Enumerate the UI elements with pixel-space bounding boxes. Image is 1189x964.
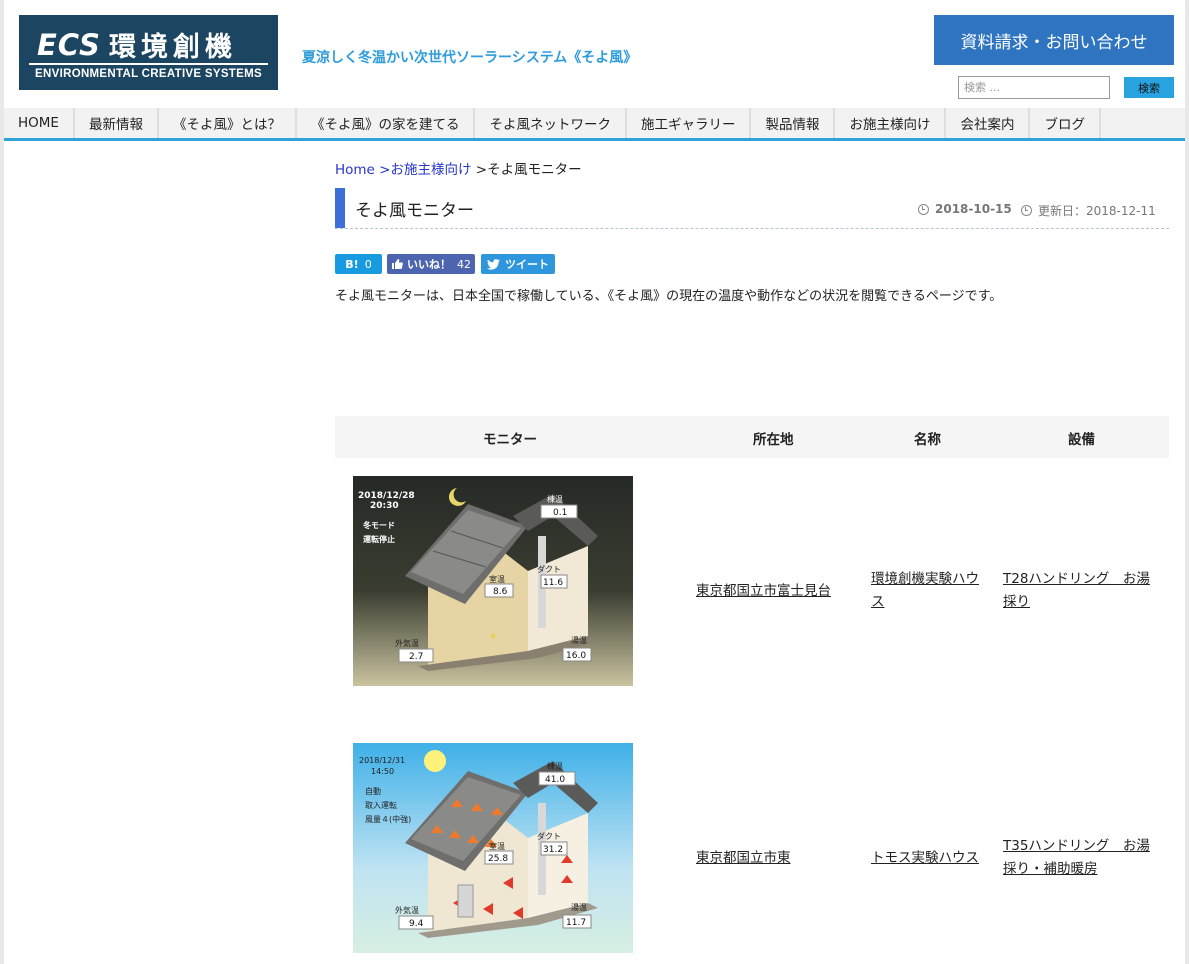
monitor-outside-label: 外気温 — [395, 905, 419, 915]
monitor-duct-value: 31.2 — [543, 845, 563, 855]
monitor-time: 14:50 — [371, 767, 394, 776]
nav-network[interactable]: そよ風ネットワーク — [475, 108, 627, 138]
search-button[interactable]: 検索 — [1124, 77, 1174, 98]
breadcrumb: Home >お施主様向け >そよ風モニター — [335, 158, 582, 178]
site-tagline: 夏涼しく冬温かい次世代ソーラーシステム《そよ風》 — [302, 50, 638, 66]
nav-home[interactable]: HOME — [4, 108, 75, 138]
hatena-share-button[interactable]: B! 0 — [335, 254, 382, 274]
monitor-water-label: 湯温 — [571, 635, 587, 645]
equipment-link[interactable]: T28ハンドリング お湯採り — [1003, 568, 1161, 614]
monitor-roof-value: 41.0 — [545, 775, 565, 785]
monitor-roof-label: 棟温 — [547, 494, 563, 504]
nav-build[interactable]: 《そよ風》の家を建てる — [297, 108, 476, 138]
nav-company[interactable]: 会社案内 — [946, 108, 1031, 138]
monitor-water-label: 湯温 — [571, 902, 587, 912]
page-title: そよ風モニター — [355, 201, 474, 221]
monitor-roof-value: 0.1 — [553, 508, 567, 518]
monitor-mode: 自動 — [365, 786, 381, 796]
page-title-bar: そよ風モニター 2018-10-15 更新日：2018-12-11 — [335, 188, 1169, 229]
monitor-room-label: 室温 — [489, 841, 505, 851]
sun-icon — [424, 750, 446, 772]
updated-date: 更新日：2018-12-11 — [1021, 202, 1156, 219]
breadcrumb-parent[interactable]: お施主様向け — [390, 162, 471, 178]
th-monitor: モニター — [483, 432, 537, 448]
nav-about[interactable]: 《そよ風》とは？ — [159, 108, 297, 138]
monitor-water-value: 11.7 — [566, 918, 586, 928]
monitor-roof-label: 棟温 — [547, 761, 563, 771]
clock-icon — [918, 203, 929, 215]
monitor-duct-value: 11.6 — [543, 578, 563, 588]
monitor-duct-label: ダクト — [537, 564, 561, 574]
th-location: 所在地 — [753, 432, 794, 448]
th-name: 名称 — [914, 432, 941, 448]
monitor-outside-label: 外気温 — [395, 638, 419, 648]
nav-gallery[interactable]: 施工ギャラリー — [627, 108, 752, 138]
site-logo[interactable]: ECS 環境創機 ENVIRONMENTAL CREATIVE SYSTEMS — [19, 15, 278, 90]
th-equipment: 設備 — [1068, 432, 1095, 448]
monitor-time: 20:30 — [370, 501, 399, 511]
location-link[interactable]: 東京都国立市東 — [696, 847, 846, 870]
contact-button[interactable]: 資料請求・お問い合わせ — [934, 15, 1174, 65]
main-nav: HOME 最新情報 《そよ風》とは？ 《そよ風》の家を建てる そよ風ネットワーク… — [4, 108, 1185, 141]
nav-owners[interactable]: お施主様向け — [835, 108, 947, 138]
monitor-status: 取入運転 — [365, 801, 397, 810]
monitor-room-value: 25.8 — [488, 854, 508, 864]
page-intro: そよ風モニターは、日本全国で稼働している、《そよ風》の現在の温度や動作などの状況… — [335, 289, 1003, 304]
breadcrumb-home[interactable]: Home — [335, 162, 375, 178]
monitor-water-value: 16.0 — [566, 651, 586, 661]
monitor-image-day[interactable]: 2018/12/31 14:50 自動 取入運転 風量４(中強) 棟温 41.0… — [353, 743, 633, 953]
monitor-fan: 風量４(中強) — [365, 814, 411, 824]
name-link[interactable]: トモス実験ハウス — [871, 847, 987, 870]
tweet-button[interactable]: ツイート — [481, 254, 555, 274]
nav-news[interactable]: 最新情報 — [75, 108, 159, 138]
name-link[interactable]: 環境創機実験ハウス — [871, 568, 987, 614]
breadcrumb-sep: > — [374, 162, 391, 178]
equipment-link[interactable]: T35ハンドリング お湯採り・補助暖房 — [1003, 835, 1161, 881]
nav-blog[interactable]: ブログ — [1030, 108, 1101, 138]
clock-icon — [1021, 205, 1032, 216]
monitor-room-label: 室温 — [489, 574, 505, 584]
logo-ecs: ECS — [37, 27, 101, 62]
monitor-status: 運転停止 — [363, 534, 395, 544]
site-header: ECS 環境創機 ENVIRONMENTAL CREATIVE SYSTEMS … — [4, 0, 1185, 108]
breadcrumb-sep: > — [471, 162, 488, 178]
bird-icon — [487, 258, 500, 270]
monitor-duct-label: ダクト — [537, 831, 561, 841]
like-icon — [392, 259, 403, 269]
logo-kanji: 環境創機 — [108, 32, 237, 63]
monitor-room-value: 8.6 — [493, 587, 508, 597]
monitor-date: 2018/12/31 — [359, 756, 405, 765]
published-date: 2018-10-15 — [918, 202, 1012, 216]
location-link[interactable]: 東京都国立市富士見台 — [696, 580, 846, 603]
monitor-outside-value: 9.4 — [409, 919, 424, 929]
breadcrumb-current: そよ風モニター — [487, 162, 582, 178]
monitor-image-night[interactable]: 2018/12/28 20:30 冬モード 運転停止 棟温 0.1 ダクト 11… — [353, 476, 633, 686]
table-header: モニター 所在地 名称 設備 — [335, 416, 1169, 458]
monitor-mode: 冬モード — [363, 520, 395, 530]
facebook-like-button[interactable]: いいね！ 42 — [387, 254, 475, 274]
logo-subtitle: ENVIRONMENTAL CREATIVE SYSTEMS — [35, 68, 262, 80]
search-input[interactable] — [958, 76, 1110, 99]
monitor-outside-value: 2.7 — [409, 652, 423, 662]
nav-products[interactable]: 製品情報 — [751, 108, 836, 138]
monitor-date: 2018/12/28 — [358, 491, 415, 501]
